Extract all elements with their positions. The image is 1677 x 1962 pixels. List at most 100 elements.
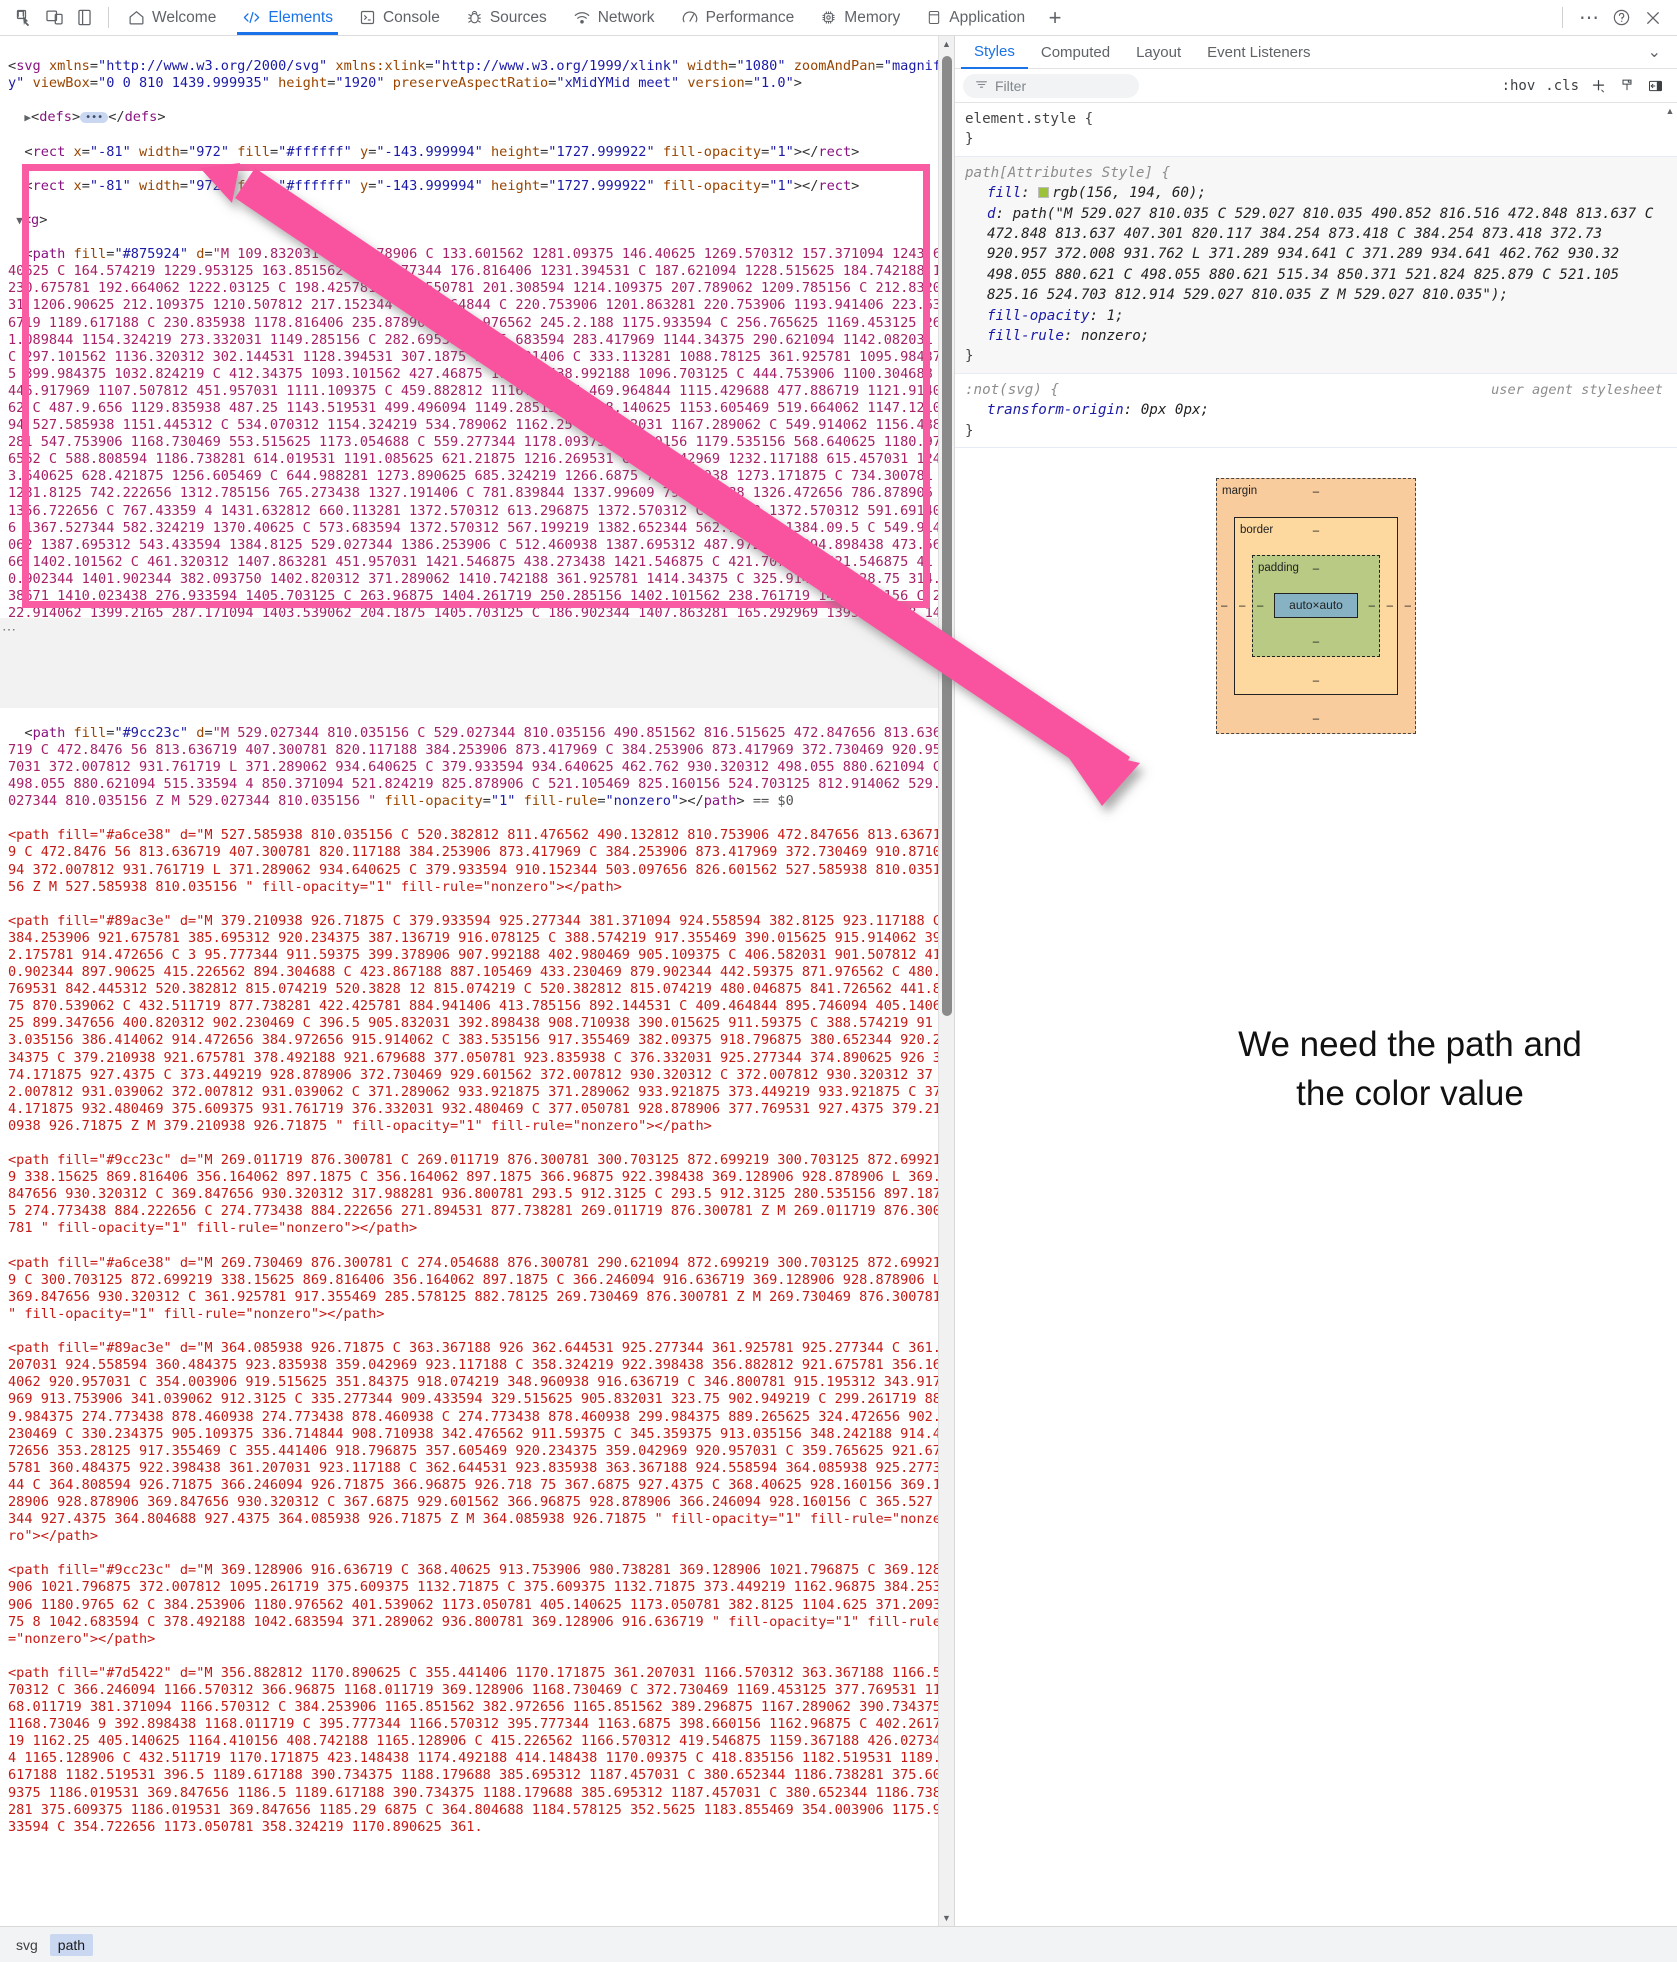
scroll-up-icon[interactable]: ▲ <box>939 36 954 52</box>
node-actions-dots[interactable]: ⋯ <box>2 621 17 638</box>
tab-label: Elements <box>268 8 333 26</box>
tab-label: Sources <box>489 8 547 26</box>
box-model-padding[interactable]: padding – – – auto×auto – <box>1252 554 1380 657</box>
panel-layout-icon[interactable] <box>70 4 98 32</box>
close-icon[interactable] <box>1639 4 1667 32</box>
dom-line-rect-1[interactable]: <rect x="-81" width="972" fill="#ffffff"… <box>8 144 942 161</box>
dom-line-path-9[interactable]: <path fill="#7d5422" d="M 356.882812 117… <box>8 1665 942 1836</box>
annotation-text: We need the path and the color value <box>1160 1020 1660 1118</box>
dom-line-path-4[interactable]: <path fill="#89ac3e" d="M 379.210938 926… <box>8 913 942 1135</box>
dom-line-path-selected[interactable]: <path fill="#9cc23c" d="M 529.027344 810… <box>8 725 942 810</box>
css-property-name: fill <box>987 185 1022 202</box>
box-model-content[interactable]: auto×auto <box>1274 593 1358 619</box>
tab-label: Network <box>597 8 655 26</box>
toggle-hover-state-button[interactable]: :hov <box>1498 78 1540 94</box>
css-declaration-fill-rule[interactable]: fill-rule: nonzero; <box>965 326 1667 346</box>
tab-computed[interactable]: Computed <box>1028 37 1123 68</box>
tab-sources[interactable]: Sources <box>453 0 560 35</box>
tab-memory[interactable]: Memory <box>807 0 913 35</box>
border-bottom-value[interactable]: – <box>1238 671 1394 691</box>
dom-line-path-highlighted[interactable]: <path fill="#875924" d="M 109.832031 129… <box>8 246 942 673</box>
border-right-value[interactable]: – <box>1387 596 1393 616</box>
element-state-pin-icon[interactable] <box>1614 77 1640 94</box>
filter-input[interactable]: Filter <box>963 73 1139 98</box>
scroll-up-icon[interactable]: ▲ <box>1663 104 1677 118</box>
toolbar-right-icons: ⋯ <box>1554 0 1677 35</box>
padding-right-value[interactable]: – <box>1369 596 1375 616</box>
dom-tree-pane[interactable]: <svg xmlns="http://www.w3.org/2000/svg" … <box>0 36 955 1926</box>
scrollbar-thumb[interactable] <box>942 56 952 1016</box>
tab-network[interactable]: Network <box>560 0 668 35</box>
css-rule-close: } <box>965 131 974 148</box>
storage-icon <box>926 9 942 26</box>
dom-line-path-7[interactable]: <path fill="#89ac3e" d="M 364.085938 926… <box>8 1340 942 1545</box>
breadcrumb-item-path[interactable]: path <box>49 1933 94 1956</box>
css-declaration-d[interactable]: d: path("M 529.027 810.035 C 529.027 810… <box>965 204 1667 306</box>
dom-tree-scrollbar[interactable]: ▲ ▼ <box>938 36 954 1926</box>
dom-line-path-8[interactable]: <path fill="#9cc23c" d="M 369.128906 916… <box>8 1562 942 1647</box>
css-rule-close: } <box>965 422 974 439</box>
chevron-down-icon[interactable]: ⌄ <box>1648 42 1677 62</box>
tab-label: Welcome <box>152 8 217 26</box>
dom-line-path-5[interactable]: <path fill="#9cc23c" d="M 269.011719 876… <box>8 1152 942 1237</box>
console-icon <box>359 9 376 26</box>
more-options-icon[interactable]: ⋯ <box>1575 4 1603 32</box>
tab-label: Application <box>949 8 1026 26</box>
margin-bottom-value[interactable]: – <box>1220 709 1412 729</box>
css-property-value: path("M 529.027 810.035 C 529.027 810.03… <box>987 205 1654 304</box>
border-left-value[interactable]: – <box>1239 596 1245 616</box>
selected-node-row-highlight <box>0 618 954 708</box>
tab-styles[interactable]: Styles <box>961 36 1028 69</box>
tab-label: Memory <box>844 8 901 26</box>
tab-performance[interactable]: Performance <box>668 0 808 35</box>
css-declaration-transform-origin[interactable]: transform-origin: 0px 0px; <box>965 400 1667 420</box>
dom-line-defs[interactable]: ▶<defs> ••• </defs> <box>8 109 942 126</box>
color-swatch[interactable] <box>1038 187 1050 199</box>
css-rule-element-style[interactable]: element.style { } <box>955 103 1677 157</box>
styles-pane: Styles Computed Layout Event Listeners ⌄… <box>955 36 1677 1926</box>
box-model-padding-label: padding <box>1258 561 1299 574</box>
tab-application[interactable]: Application <box>913 0 1038 35</box>
padding-left-value[interactable]: – <box>1257 596 1263 616</box>
box-model-border[interactable]: border – – – padding – – – auto×auto – – <box>1234 516 1398 696</box>
padding-bottom-value[interactable]: – <box>1256 632 1376 652</box>
filter-icon <box>975 78 988 94</box>
inspect-element-icon[interactable] <box>10 4 38 32</box>
css-declaration-fill[interactable]: fill: rgb(156, 194, 60); <box>965 183 1667 203</box>
annotation-line-1: We need the path and <box>1238 1025 1582 1064</box>
tab-welcome[interactable]: Welcome <box>115 0 229 35</box>
margin-right-value[interactable]: – <box>1405 596 1411 616</box>
dom-line-rect-2[interactable]: <rect x="-81" width="972" fill="#ffffff"… <box>8 178 942 195</box>
dom-line-path-6[interactable]: <path fill="#a6ce38" d="M 269.730469 876… <box>8 1255 942 1323</box>
new-style-rule-button[interactable] <box>1585 77 1612 94</box>
toggle-element-class-button[interactable]: .cls <box>1541 78 1583 94</box>
help-icon[interactable] <box>1607 4 1635 32</box>
css-rule-not-svg[interactable]: :not(svg) { user agent stylesheet transf… <box>955 374 1677 449</box>
css-property-value: 0px 0px; <box>1140 402 1210 419</box>
add-panel-button[interactable]: + <box>1038 0 1072 35</box>
device-toolbar-icon[interactable] <box>40 4 68 32</box>
css-rules-list: element.style { } path[Attributes Style]… <box>955 103 1677 734</box>
code-icon <box>242 9 261 26</box>
margin-left-value[interactable]: – <box>1221 596 1227 616</box>
toggle-sidebar-button[interactable] <box>1642 78 1669 94</box>
styles-pane-scrollbar[interactable]: ▲ <box>1663 104 1677 1926</box>
tab-event-listeners[interactable]: Event Listeners <box>1194 37 1323 68</box>
dom-line-svg-open[interactable]: <svg xmlns="http://www.w3.org/2000/svg" … <box>8 58 942 92</box>
css-property-name: d <box>987 205 996 222</box>
tab-layout[interactable]: Layout <box>1123 37 1194 68</box>
css-rule-path-attributes-style[interactable]: path[Attributes Style] { fill: rgb(156, … <box>955 156 1677 374</box>
breadcrumb-item-svg[interactable]: svg <box>8 1934 46 1956</box>
css-property-name: fill-opacity <box>987 307 1090 324</box>
dom-line-group-open[interactable]: ▼<g> <box>8 212 942 229</box>
box-model-margin-label: margin <box>1222 485 1258 498</box>
scroll-down-icon[interactable]: ▼ <box>939 1910 954 1926</box>
wifi-icon <box>573 9 591 26</box>
css-declaration-fill-opacity[interactable]: fill-opacity: 1; <box>965 306 1667 326</box>
box-model-border-label: border <box>1240 523 1274 536</box>
tab-elements[interactable]: Elements <box>229 0 346 35</box>
tab-console[interactable]: Console <box>346 0 453 35</box>
dom-line-path-3[interactable]: <path fill="#a6ce38" d="M 527.585938 810… <box>8 827 942 895</box>
box-model-margin[interactable]: margin – – – border – – – padding – – – <box>1216 478 1416 734</box>
css-property-name: transform-origin <box>987 402 1124 419</box>
